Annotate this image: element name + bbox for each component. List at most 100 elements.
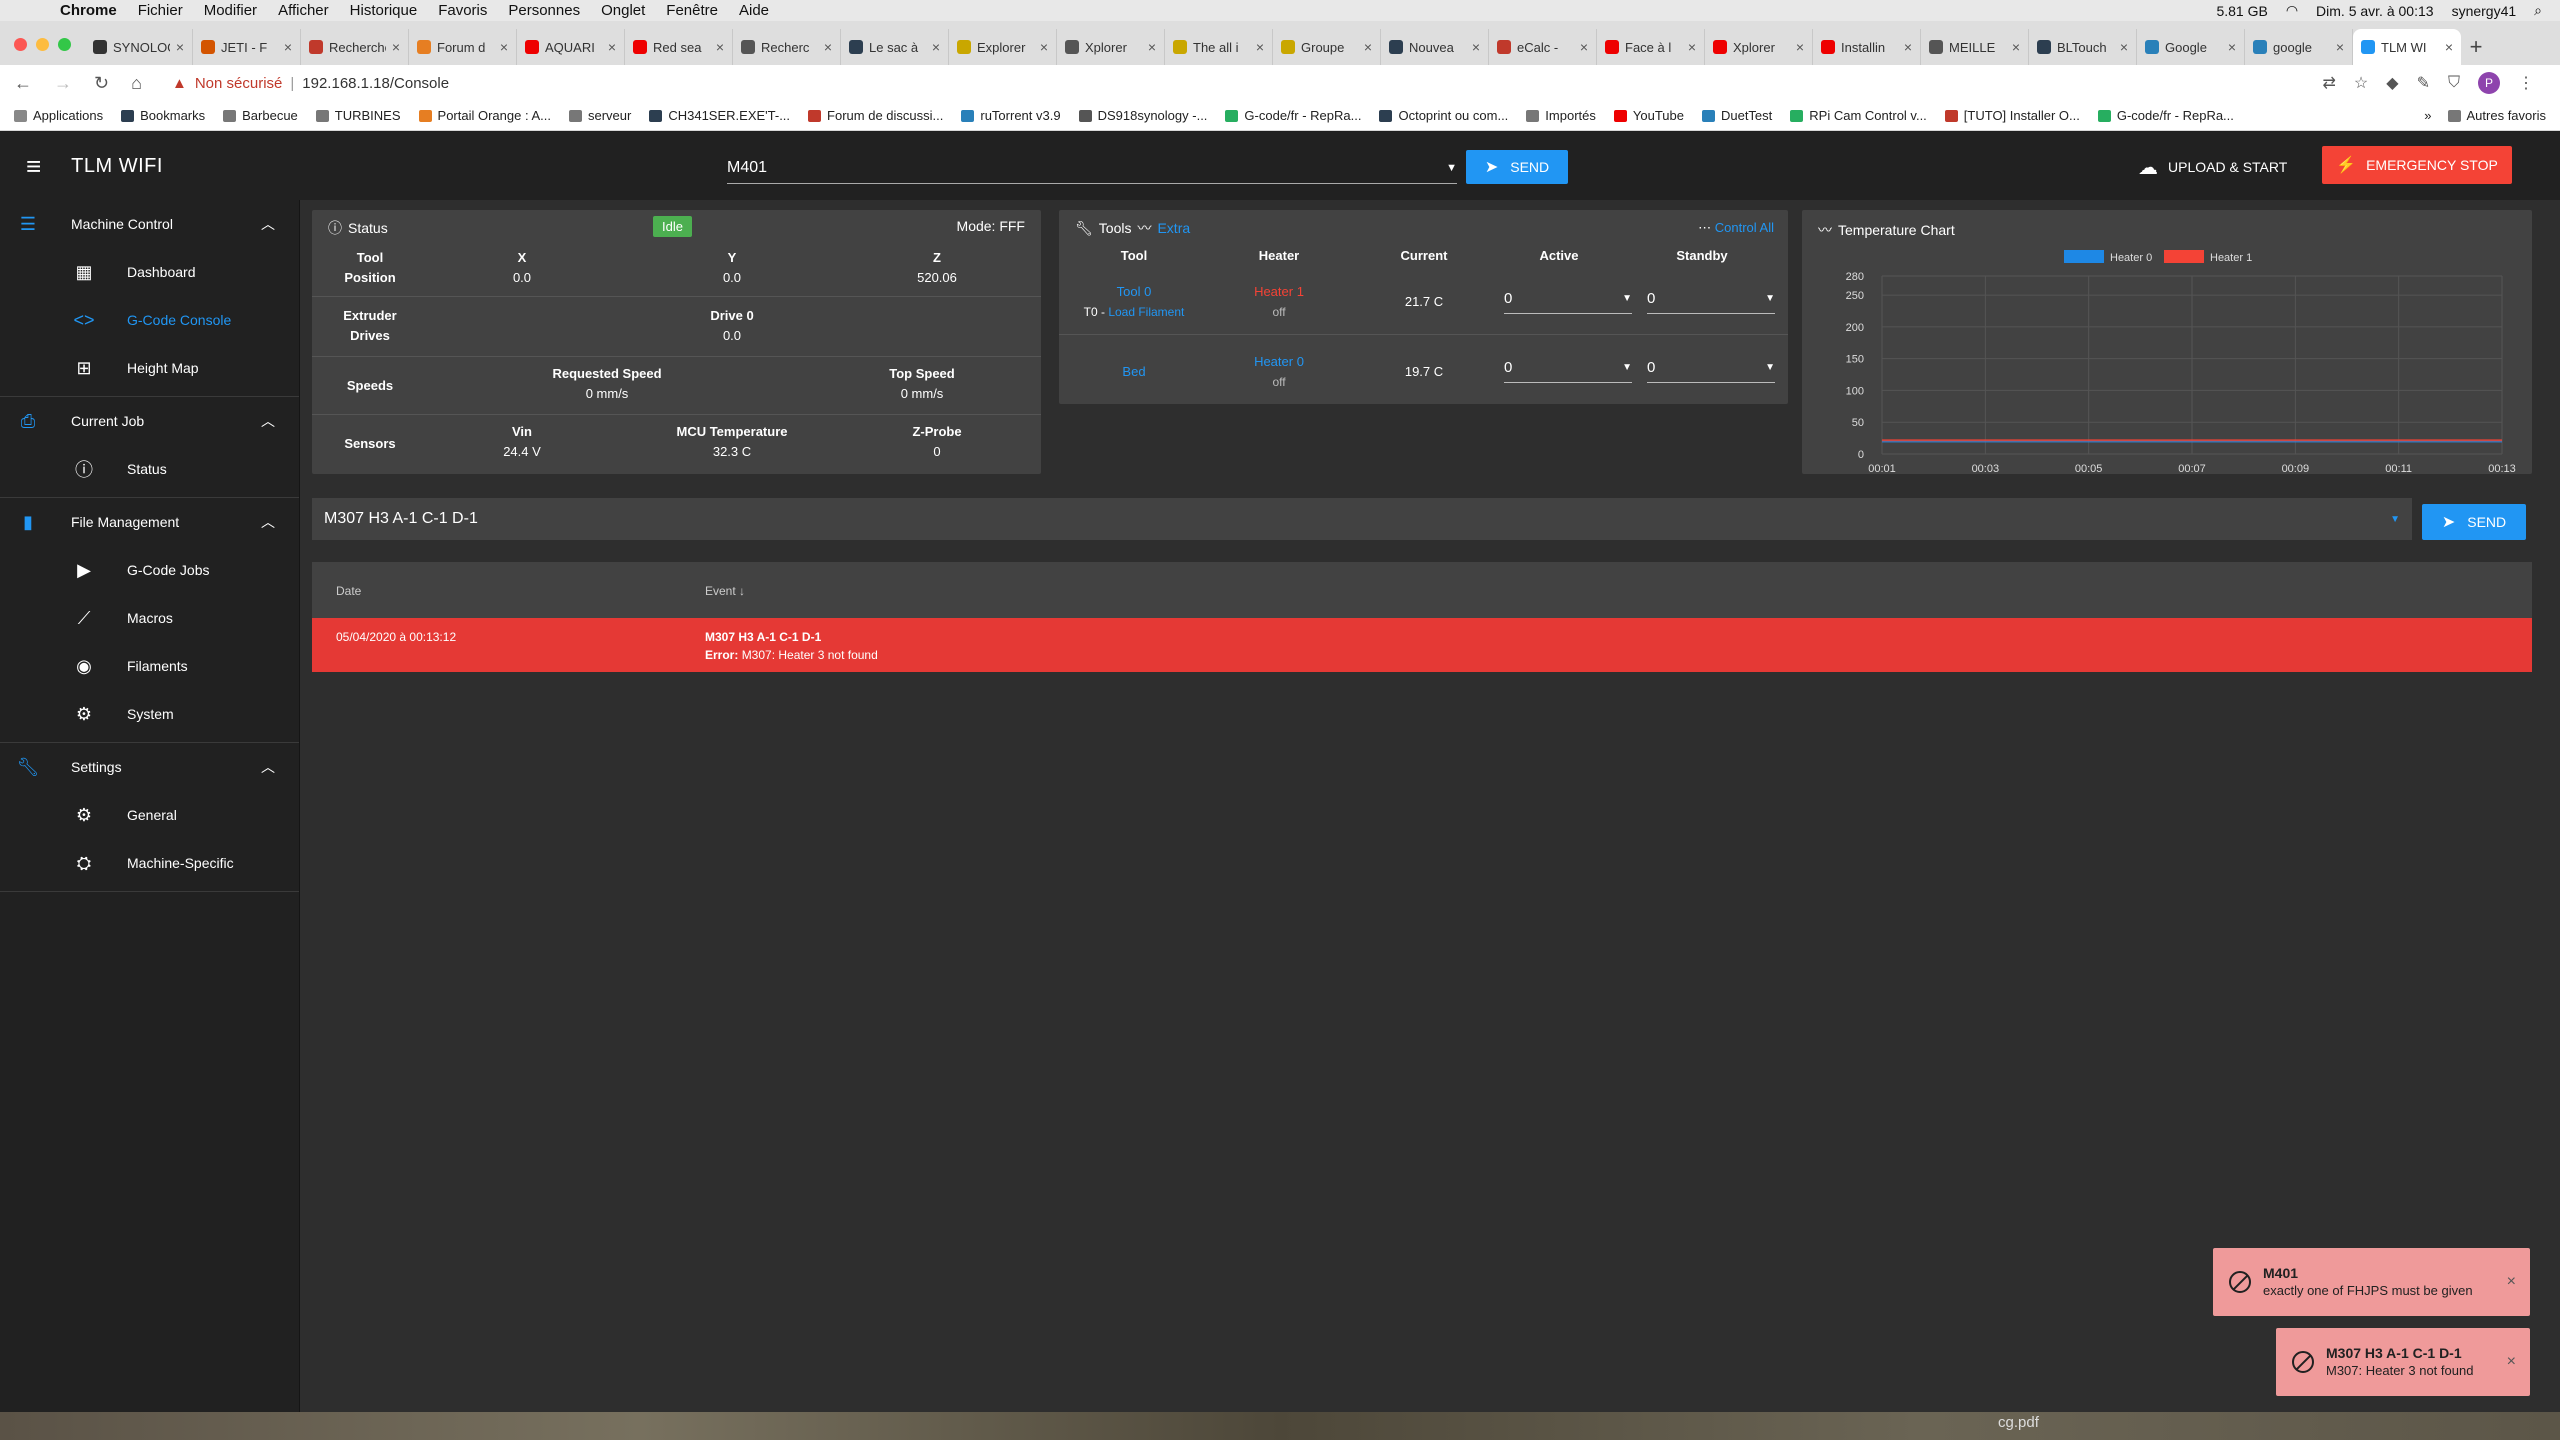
close-tab-icon[interactable]: × (716, 39, 724, 55)
column-header-date[interactable]: Date (336, 584, 361, 598)
sidebar-item-system[interactable]: ⚙ System (0, 690, 299, 738)
browser-tab[interactable]: JETI - F × (193, 29, 301, 65)
sidebar-item-status[interactable]: ⓘ Status (0, 445, 299, 493)
browser-tab[interactable]: SYNOLOGY × (85, 29, 193, 65)
bookmark-item[interactable]: Bookmarks (121, 108, 205, 123)
back-icon[interactable]: ← (14, 73, 32, 94)
browser-tab[interactable]: google × (2245, 29, 2353, 65)
tool-0-link[interactable]: Tool 0 (1117, 284, 1152, 299)
chevron-up-icon[interactable]: ︿ (261, 512, 275, 532)
bookmark-item[interactable]: serveur (568, 108, 631, 123)
menu-aide[interactable]: Aide (739, 2, 769, 19)
bookmark-item[interactable]: YouTube (1613, 108, 1684, 123)
legend-label[interactable]: Heater 0 (2110, 252, 2152, 264)
address-bar[interactable]: ▲ Non sécurisé | 192.168.1.18/Console (172, 75, 449, 92)
legend-swatch[interactable] (2164, 250, 2204, 263)
browser-tab[interactable]: Nouvea × (1381, 29, 1489, 65)
bookmark-item[interactable]: G-code/fr - RepRa... (2097, 108, 2234, 123)
control-all-button[interactable]: ⋯ Control All (1698, 220, 1774, 236)
browser-tab[interactable]: Xplorer × (1057, 29, 1165, 65)
more-bookmarks-button[interactable]: » (2424, 108, 2431, 123)
command-input[interactable]: M401 ▼ (727, 152, 1457, 184)
close-icon[interactable]: × (2507, 1273, 2516, 1291)
close-tab-icon[interactable]: × (1040, 39, 1048, 55)
bookmark-star-icon[interactable]: ☆ (2354, 73, 2368, 93)
console-command-input[interactable]: M307 H3 A-1 C-1 D-1 ▼ (312, 498, 2412, 540)
bookmark-item[interactable]: CH341SER.EXE'T-... (649, 108, 790, 123)
standby-temp-select[interactable]: 0 ▼ (1647, 284, 1775, 314)
browser-tab[interactable]: Le sac à × (841, 29, 949, 65)
new-tab-button[interactable]: + (2461, 29, 2491, 65)
profile-avatar[interactable]: P (2478, 72, 2500, 94)
menu-fichier[interactable]: Fichier (138, 2, 183, 19)
active-temp-select[interactable]: 0 ▼ (1504, 353, 1632, 383)
emergency-stop-button[interactable]: ⚡ EMERGENCY STOP (2322, 146, 2512, 184)
dropdown-arrow-icon[interactable]: ▼ (1446, 162, 1457, 174)
menu-onglet[interactable]: Onglet (601, 2, 645, 19)
close-tab-icon[interactable]: × (824, 39, 832, 55)
browser-tab[interactable]: Installin × (1813, 29, 1921, 65)
close-tab-icon[interactable]: × (1688, 39, 1696, 55)
extension-icon[interactable]: ✎ (2417, 73, 2430, 93)
console-send-button[interactable]: ➤ SEND (2422, 504, 2526, 540)
sidebar-header-settings[interactable]: 🔧︎ Settings ︿ (0, 743, 299, 791)
browser-tab[interactable]: Xplorer × (1705, 29, 1813, 65)
spotlight-icon[interactable]: ⌕ (2534, 2, 2542, 19)
close-tab-icon[interactable]: × (1796, 39, 1804, 55)
url-text[interactable]: 192.168.1.18/Console (302, 75, 449, 92)
bookmark-item[interactable]: [TUTO] Installer O... (1944, 108, 2080, 123)
wifi-icon[interactable]: ◠ (2286, 2, 2298, 19)
send-command-button[interactable]: ➤ SEND (1466, 150, 1568, 184)
close-tab-icon[interactable]: × (1472, 39, 1480, 55)
bookmark-item[interactable]: Octoprint ou com... (1379, 108, 1508, 123)
bookmark-item[interactable]: Portail Orange : A... (418, 108, 551, 123)
bookmark-item[interactable]: Forum de discussi... (808, 108, 943, 123)
standby-temp-select[interactable]: 0 ▼ (1647, 353, 1775, 383)
menu-favoris[interactable]: Favoris (438, 2, 487, 19)
bookmark-item[interactable]: DS918synology -... (1078, 108, 1207, 123)
close-tab-icon[interactable]: × (608, 39, 616, 55)
dropdown-arrow-icon[interactable]: ▼ (2390, 514, 2400, 525)
reload-icon[interactable]: ↻ (94, 73, 109, 94)
close-tab-icon[interactable]: × (932, 39, 940, 55)
browser-tab[interactable]: Recherc × (733, 29, 841, 65)
browser-tab[interactable]: BLTouch × (2029, 29, 2137, 65)
bookmark-item[interactable]: ruTorrent v3.9 (961, 108, 1061, 123)
browser-tab[interactable]: The all i × (1165, 29, 1273, 65)
close-tab-icon[interactable]: × (1364, 39, 1372, 55)
close-tab-icon[interactable]: × (284, 39, 292, 55)
chevron-up-icon[interactable]: ︿ (261, 757, 275, 777)
sidebar-item-height-map[interactable]: ⊞ Height Map (0, 344, 299, 392)
close-tab-icon[interactable]: × (1580, 39, 1588, 55)
browser-tab[interactable]: Google × (2137, 29, 2245, 65)
bookmark-item[interactable]: Applications (14, 108, 103, 123)
clock[interactable]: Dim. 5 avr. à 00:13 (2316, 3, 2434, 19)
upload-start-button[interactable]: ☁ UPLOAD & START (2138, 150, 2287, 184)
browser-tab[interactable]: MEILLE × (1921, 29, 2029, 65)
hamburger-menu-icon[interactable]: ≡ (26, 151, 41, 182)
menu-dots-icon[interactable]: ⋮ (2518, 73, 2534, 93)
close-tab-icon[interactable]: × (392, 39, 400, 55)
browser-tab[interactable]: eCalc - × (1489, 29, 1597, 65)
menu-personnes[interactable]: Personnes (508, 2, 580, 19)
menu-modifier[interactable]: Modifier (204, 2, 257, 19)
browser-tab[interactable]: Groupe × (1273, 29, 1381, 65)
browser-tab[interactable]: TLM WI × (2353, 29, 2461, 65)
sidebar-item-general[interactable]: ⚙ General (0, 791, 299, 839)
column-header-event[interactable]: Event ↓ (705, 584, 745, 598)
heater-1-link[interactable]: Heater 1 (1254, 284, 1304, 299)
close-tab-icon[interactable]: × (2336, 39, 2344, 55)
browser-tab[interactable]: Face à l × (1597, 29, 1705, 65)
browser-tab[interactable]: Recherche × (301, 29, 409, 65)
menu-fenetre[interactable]: Fenêtre (666, 2, 718, 19)
browser-tab[interactable]: Explorer × (949, 29, 1057, 65)
forward-icon[interactable]: → (54, 73, 72, 94)
bed-link[interactable]: Bed (1122, 364, 1145, 379)
sidebar-item-gcode-jobs[interactable]: ▶ G-Code Jobs (0, 546, 299, 594)
menu-chrome[interactable]: Chrome (60, 2, 117, 19)
close-icon[interactable]: × (2507, 1353, 2516, 1371)
user-name[interactable]: synergy41 (2452, 3, 2517, 19)
browser-tab[interactable]: Red sea × (625, 29, 733, 65)
bookmark-item[interactable]: TURBINES (315, 108, 401, 123)
maximize-window-icon[interactable] (58, 38, 71, 51)
